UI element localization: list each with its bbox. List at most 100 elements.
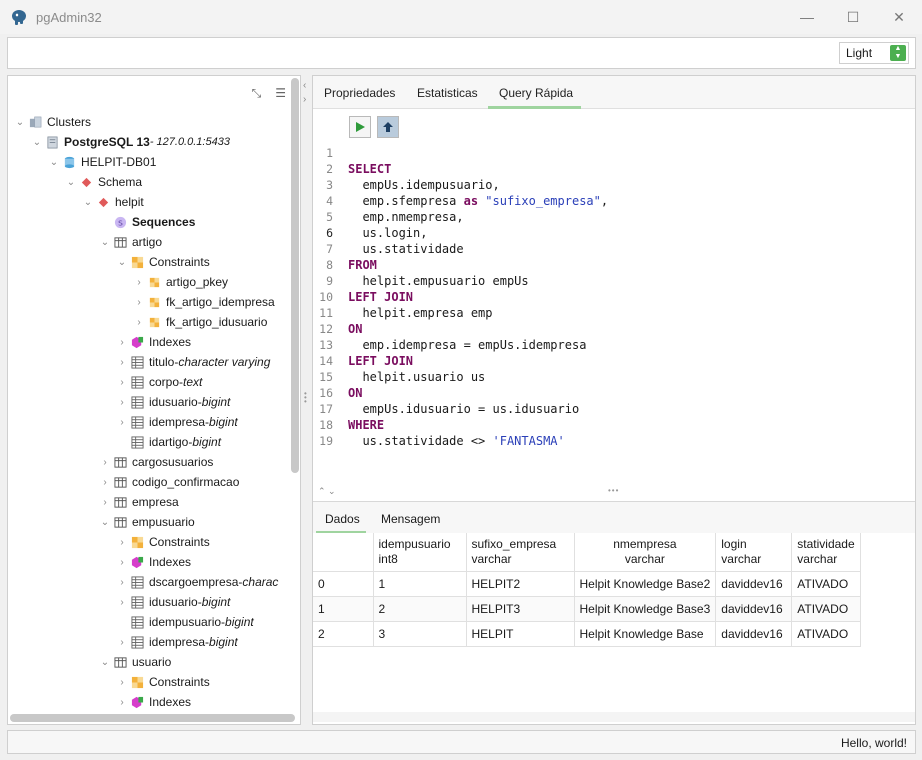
tab-mensagem[interactable]: Mensagem bbox=[381, 512, 440, 526]
code-line[interactable]: 7 us.statividade bbox=[313, 242, 464, 258]
chevron-right-icon[interactable]: › bbox=[116, 537, 128, 548]
chevron-right-icon[interactable]: › bbox=[99, 477, 111, 488]
table-cell[interactable]: ATIVADO bbox=[791, 571, 861, 597]
chevron-right-icon[interactable]: › bbox=[116, 417, 128, 428]
tree-horizontal-scrollbar[interactable] bbox=[10, 714, 295, 722]
tab-dados[interactable]: Dados bbox=[325, 512, 360, 526]
tree-node[interactable]: ⌄ usuario bbox=[8, 652, 290, 672]
tree-node[interactable]: ⌄ helpit bbox=[8, 192, 290, 212]
chevron-down-icon[interactable]: ⌄ bbox=[82, 197, 94, 208]
chevron-down-icon[interactable]: ⌄ bbox=[116, 257, 128, 268]
code-line[interactable]: 16 ON bbox=[313, 386, 362, 402]
table-cell[interactable]: HELPIT2 bbox=[466, 571, 575, 597]
row-index-cell[interactable]: 2 bbox=[313, 621, 374, 647]
code-line[interactable]: 15 helpit.usuario us bbox=[313, 370, 485, 386]
tree-node[interactable]: ⌄ empusuario bbox=[8, 512, 290, 532]
chevron-right-icon[interactable]: › bbox=[116, 597, 128, 608]
tree-vertical-scrollbar[interactable] bbox=[291, 78, 299, 473]
tree-node[interactable]: ⌄ Clusters bbox=[8, 112, 290, 132]
chevron-right-icon[interactable]: › bbox=[133, 297, 145, 308]
table-cell[interactable]: 2 bbox=[373, 596, 467, 622]
tree-node[interactable]: › Indexes bbox=[8, 552, 290, 572]
chevron-right-icon[interactable]: › bbox=[116, 697, 128, 708]
tree-node[interactable]: › Constraints bbox=[8, 672, 290, 692]
tree-node[interactable]: › titulo - character varying bbox=[8, 352, 290, 372]
code-line[interactable]: 1 bbox=[313, 146, 348, 162]
spinner-arrows-icon[interactable]: ▲ ▼ bbox=[890, 45, 906, 61]
theme-select[interactable]: Light ▲ ▼ bbox=[839, 42, 909, 64]
table-cell[interactable]: ATIVADO bbox=[791, 621, 861, 647]
table-cell[interactable]: 1 bbox=[373, 571, 467, 597]
maximize-button[interactable]: ☐ bbox=[830, 0, 876, 34]
code-line[interactable]: 8 FROM bbox=[313, 258, 377, 274]
chevron-right-icon[interactable]: › bbox=[99, 497, 111, 508]
collapse-all-icon[interactable]: ⤡ bbox=[252, 86, 262, 101]
tree-node[interactable]: ⌄ artigo bbox=[8, 232, 290, 252]
drag-handle-icon[interactable]: ••• bbox=[608, 486, 619, 495]
table-row[interactable]: 0 1 HELPIT2 Helpit Knowledge Base2 daviddev1… bbox=[313, 571, 861, 597]
tree-node[interactable]: ⌄ Schema bbox=[8, 172, 290, 192]
results-horizontal-scrollbar[interactable] bbox=[313, 712, 915, 722]
chevron-right-icon[interactable]: › bbox=[133, 277, 145, 288]
chevron-right-icon[interactable]: › bbox=[116, 397, 128, 408]
list-view-icon[interactable]: ☰ bbox=[275, 86, 286, 101]
code-line[interactable]: 13 emp.idempresa = empUs.idempresa bbox=[313, 338, 586, 354]
tree-node[interactable]: S Sequences bbox=[8, 212, 290, 232]
tree-node[interactable]: › empresa bbox=[8, 492, 290, 512]
column-header[interactable]: idempusuario int8 bbox=[373, 533, 467, 572]
table-cell[interactable]: Helpit Knowledge Base3 bbox=[574, 596, 717, 622]
code-line[interactable]: 9 helpit.empusuario empUs bbox=[313, 274, 529, 290]
tree-node[interactable]: › idempresa - bigint bbox=[8, 632, 290, 652]
code-line[interactable]: 4 emp.sfempresa as "sufixo_empresa", bbox=[313, 194, 608, 210]
tree-node[interactable]: › corpo - text bbox=[8, 372, 290, 392]
table-cell[interactable]: 3 bbox=[373, 621, 467, 647]
table-cell[interactable]: Helpit Knowledge Base2 bbox=[574, 571, 717, 597]
tree-node[interactable]: › idusuario - bigint bbox=[8, 392, 290, 412]
tree-node[interactable]: › cargosusuarios bbox=[8, 452, 290, 472]
minimize-button[interactable]: — bbox=[784, 0, 830, 34]
chevron-down-icon[interactable]: ⌄ bbox=[14, 117, 26, 128]
tree-node[interactable]: › Indexes bbox=[8, 332, 290, 352]
chevron-right-icon[interactable]: › bbox=[116, 377, 128, 388]
close-button[interactable]: ✕ bbox=[876, 0, 922, 34]
code-line[interactable]: 12 ON bbox=[313, 322, 362, 338]
drag-handle-icon[interactable]: ••• bbox=[304, 390, 307, 406]
tree-node[interactable]: › artigo_pkey bbox=[8, 272, 290, 292]
tree-node[interactable]: › idusuario - bigint bbox=[8, 592, 290, 612]
table-cell[interactable]: HELPIT3 bbox=[466, 596, 575, 622]
tree-node[interactable]: ⌄ HELPIT-DB01 bbox=[8, 152, 290, 172]
code-line[interactable]: 11 helpit.empresa emp bbox=[313, 306, 492, 322]
chevron-right-icon[interactable]: › bbox=[116, 337, 128, 348]
chevron-down-icon[interactable]: ⌄ bbox=[48, 157, 60, 168]
tree-node[interactable]: idartigo - bigint bbox=[8, 432, 290, 452]
table-row[interactable]: 2 3 HELPIT Helpit Knowledge Base daviddev16 A… bbox=[313, 621, 861, 647]
code-line[interactable]: 5 emp.nmempresa, bbox=[313, 210, 464, 226]
code-line[interactable]: 6 us.login, bbox=[313, 226, 427, 242]
chevron-left-icon[interactable]: ‹ bbox=[303, 80, 306, 91]
tree-node[interactable]: › fk_artigo_idempresa bbox=[8, 292, 290, 312]
tree-node[interactable]: › dscargoempresa - charac bbox=[8, 572, 290, 592]
tree-node[interactable]: › fk_artigo_idusuario bbox=[8, 312, 290, 332]
code-line[interactable]: 10 LEFT JOIN bbox=[313, 290, 413, 306]
table-cell[interactable]: daviddev16 bbox=[715, 621, 793, 647]
upload-button[interactable] bbox=[377, 116, 399, 138]
column-header[interactable] bbox=[313, 533, 374, 572]
chevron-down-icon[interactable]: ⌄ bbox=[99, 657, 111, 668]
column-header[interactable]: login varchar bbox=[715, 533, 793, 572]
run-query-button[interactable] bbox=[349, 116, 371, 138]
table-cell[interactable]: Helpit Knowledge Base bbox=[574, 621, 717, 647]
tab-estatisticas[interactable]: Estatisticas bbox=[417, 86, 478, 100]
column-header[interactable]: statividade varchar bbox=[791, 533, 861, 572]
code-line[interactable]: 14 LEFT JOIN bbox=[313, 354, 413, 370]
row-index-cell[interactable]: 0 bbox=[313, 571, 374, 597]
chevron-down-icon[interactable]: ⌄ bbox=[99, 237, 111, 248]
code-line[interactable]: 19 us.statividade <> 'FANTASMA' bbox=[313, 434, 565, 450]
code-line[interactable]: 2 SELECT bbox=[313, 162, 391, 178]
row-index-cell[interactable]: 1 bbox=[313, 596, 374, 622]
table-cell[interactable]: daviddev16 bbox=[715, 571, 793, 597]
code-line[interactable]: 3 empUs.idempusuario, bbox=[313, 178, 500, 194]
chevron-right-icon[interactable]: › bbox=[99, 457, 111, 468]
tree-node[interactable]: ⌄ Constraints bbox=[8, 252, 290, 272]
chevron-down-icon[interactable]: ⌄ bbox=[65, 177, 77, 188]
chevron-down-icon[interactable]: ⌄ bbox=[99, 517, 111, 528]
